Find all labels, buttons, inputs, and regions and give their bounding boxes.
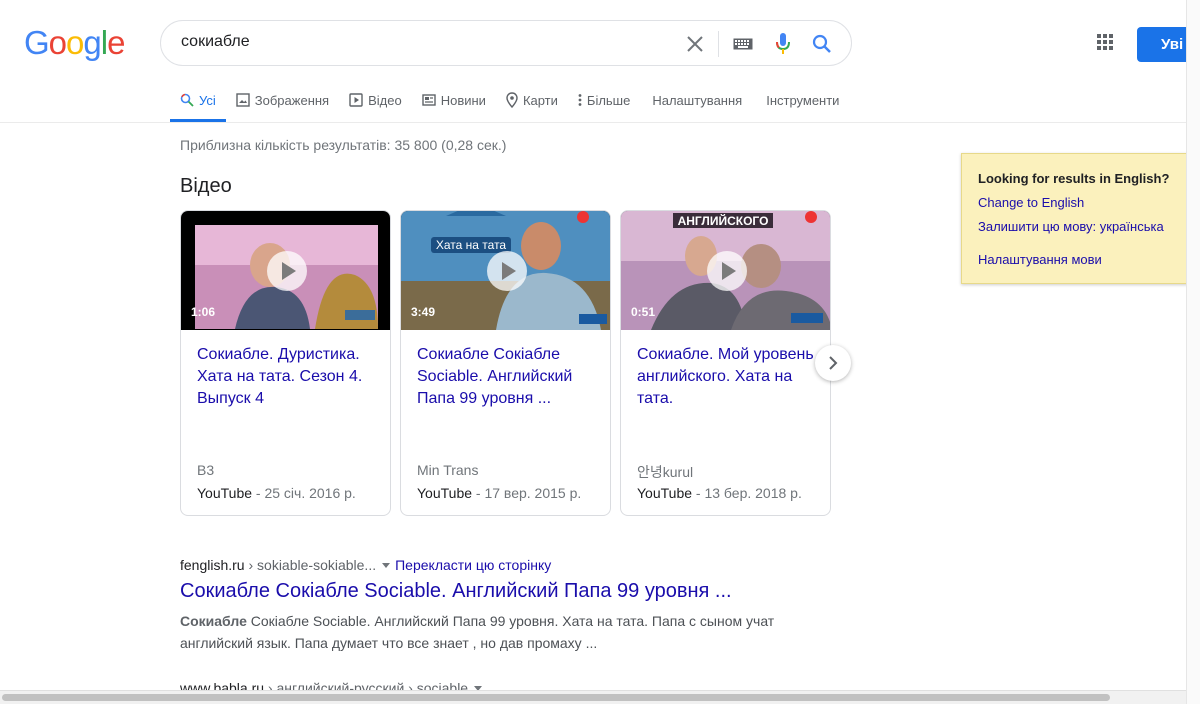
news-icon xyxy=(422,94,436,106)
change-to-english-link[interactable]: Change to English xyxy=(978,195,1084,210)
language-settings-link[interactable]: Налаштування мови xyxy=(978,252,1102,267)
tab-video[interactable]: Відео xyxy=(339,82,412,118)
thumbnail-caption: Хата на тата xyxy=(436,238,507,252)
tab-images[interactable]: Зображення xyxy=(226,82,339,118)
tab-maps[interactable]: Карти xyxy=(496,82,568,118)
play-icon xyxy=(349,93,363,107)
keep-language-link[interactable]: Залишити цю мову: українська xyxy=(978,219,1164,234)
video-duration: 3:49 xyxy=(411,305,436,319)
carousel-next-button[interactable] xyxy=(815,345,851,381)
search-tabs: Усі Зображення Відео Новини Карти Більше… xyxy=(170,82,851,122)
video-thumbnail[interactable]: Хата на тата 3:49 xyxy=(401,211,610,330)
video-section-heading: Відео xyxy=(180,175,232,197)
video-source: YouTube - 17 вер. 2015 р. xyxy=(417,485,581,501)
tab-settings[interactable]: Налаштування xyxy=(640,82,754,118)
video-title-link[interactable]: Сокиабле. Мой уровень английского. Хата … xyxy=(637,344,817,410)
tab-label: Більше xyxy=(586,92,631,108)
apps-grid-icon[interactable] xyxy=(1093,30,1117,54)
more-vert-icon xyxy=(578,94,582,106)
dropdown-arrow-icon[interactable] xyxy=(382,563,391,568)
map-pin-icon xyxy=(506,92,518,108)
video-date: - 17 вер. 2015 р. xyxy=(472,485,582,501)
video-carousel: 1:06 Сокиабле. Дуристика. Хата на тата. … xyxy=(180,210,831,516)
result-site: fenglish.ru xyxy=(180,557,245,573)
video-card[interactable]: 1:06 Сокиабле. Дуристика. Хата на тата. … xyxy=(180,210,391,516)
tabs-divider xyxy=(0,122,1186,123)
video-author: B3 xyxy=(197,462,215,478)
logo-letter: g xyxy=(83,24,101,61)
tab-tools[interactable]: Інструменти xyxy=(754,82,851,118)
tab-news[interactable]: Новини xyxy=(412,82,496,118)
image-icon xyxy=(236,93,250,107)
logo-letter: o xyxy=(66,24,84,61)
chevron-right-icon xyxy=(829,356,838,370)
result-title-link[interactable]: Сокиабле Сокiабле Sociable. Английский П… xyxy=(180,580,732,603)
search-icon xyxy=(180,93,194,107)
logo-letter: e xyxy=(107,24,125,61)
snippet-highlight: Сокиабле xyxy=(180,613,247,629)
google-logo[interactable]: Google xyxy=(24,24,125,61)
video-duration: 0:51 xyxy=(631,305,656,319)
language-question: Looking for results in English? xyxy=(978,171,1170,186)
video-card[interactable]: Хата на тата 3:49 Сокиабле Сокіабле Soci… xyxy=(400,210,611,516)
result-breadcrumb: › sokiable-sokiable... xyxy=(244,557,377,573)
microphone-icon[interactable] xyxy=(769,30,797,58)
video-platform: YouTube xyxy=(637,485,693,501)
logo-letter: o xyxy=(48,24,67,61)
play-icon xyxy=(707,251,747,291)
search-divider xyxy=(718,31,719,57)
thumbnail-caption: АНГЛИЙСКОГО xyxy=(678,213,769,228)
snippet-text: Сокiабле Sociable. Английский Папа 99 ур… xyxy=(180,613,775,651)
keyboard-icon[interactable] xyxy=(729,30,757,58)
video-title-link[interactable]: Сокиабле. Дуристика. Хата на тата. Сезон… xyxy=(197,344,377,410)
video-date: - 25 січ. 2016 р. xyxy=(252,485,356,501)
vertical-scrollbar[interactable] xyxy=(1186,0,1200,704)
tab-label: Усі xyxy=(199,92,216,108)
tab-label: Новини xyxy=(440,92,486,108)
search-box xyxy=(160,20,852,66)
result-stats: Приблизна кількість результатів: 35 800 … xyxy=(180,137,507,153)
video-platform: YouTube xyxy=(197,485,253,501)
video-author: 안녕kurul xyxy=(637,464,694,480)
play-icon xyxy=(267,251,307,291)
search-icon[interactable] xyxy=(808,30,836,58)
language-suggestion-panel: Looking for results in English? Change t… xyxy=(961,153,1191,284)
video-source: YouTube - 25 січ. 2016 р. xyxy=(197,485,356,501)
video-thumbnail[interactable]: 1:06 xyxy=(181,211,390,330)
video-thumbnail[interactable]: АНГЛИЙСКОГО 0:51 xyxy=(621,211,830,330)
play-icon xyxy=(487,251,527,291)
result-snippet: Сокиабле Сокiабле Sociable. Английский П… xyxy=(180,610,800,654)
translate-page-link[interactable]: Перекласти цю сторінку xyxy=(395,557,551,573)
video-card[interactable]: АНГЛИЙСКОГО 0:51 Сокиабле. Мой уровень а… xyxy=(620,210,831,516)
search-input[interactable] xyxy=(181,33,661,51)
result-url[interactable]: fenglish.ru › sokiable-sokiable... Перекл… xyxy=(180,557,551,573)
video-duration: 1:06 xyxy=(191,305,216,319)
video-source: YouTube - 13 бер. 2018 р. xyxy=(637,485,802,501)
tab-more[interactable]: Більше xyxy=(568,82,640,118)
tab-label: Відео xyxy=(368,92,402,108)
tab-all[interactable]: Усі xyxy=(170,82,226,122)
video-author: Min Trans xyxy=(417,462,479,478)
video-date: - 13 бер. 2018 р. xyxy=(692,485,802,501)
scrollbar-thumb[interactable] xyxy=(2,694,1110,701)
horizontal-scrollbar[interactable] xyxy=(0,690,1186,704)
clear-icon[interactable] xyxy=(681,30,709,58)
video-title-link[interactable]: Сокиабле Сокіабле Sociable. Английский П… xyxy=(417,344,597,410)
tab-label: Зображення xyxy=(254,92,330,108)
tab-label: Карти xyxy=(522,92,558,108)
video-platform: YouTube xyxy=(417,485,473,501)
logo-letter: G xyxy=(24,24,50,61)
